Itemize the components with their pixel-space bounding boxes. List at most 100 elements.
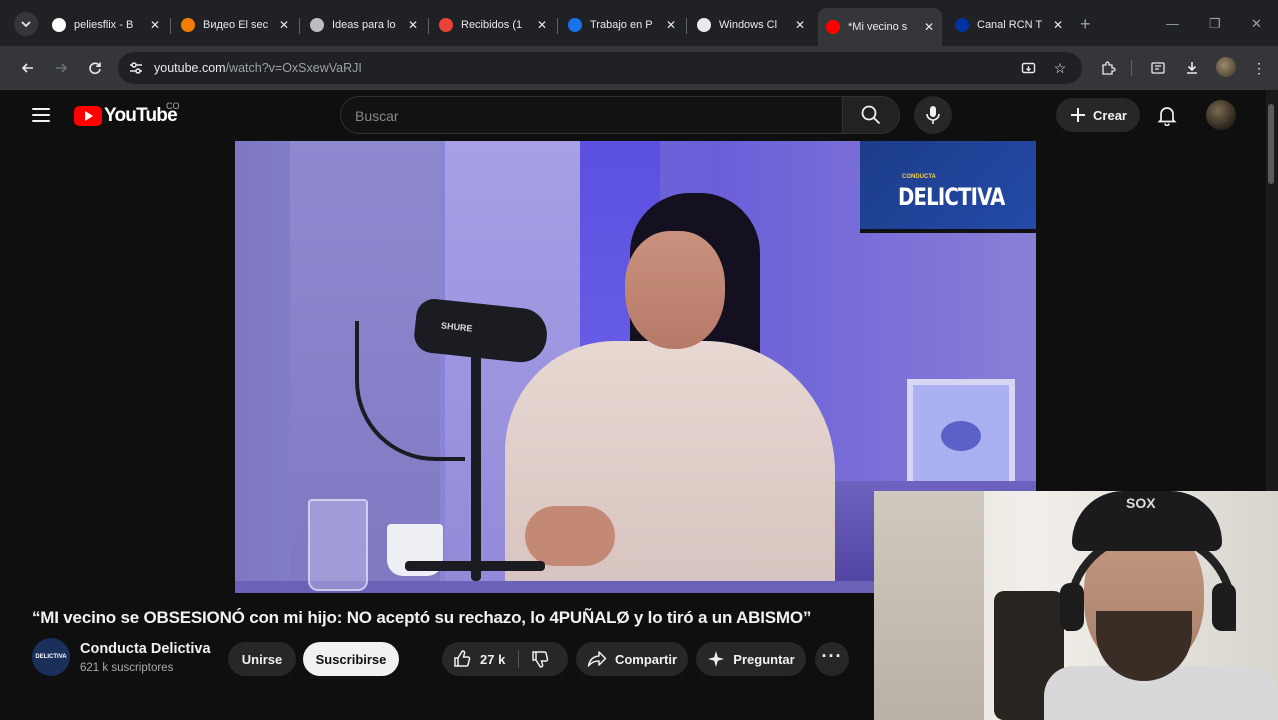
new-tab-button[interactable]: + bbox=[1080, 14, 1091, 35]
scrollbar-thumb[interactable] bbox=[1268, 104, 1274, 184]
menu-icon[interactable] bbox=[32, 108, 50, 122]
close-tab-icon[interactable]: ✕ bbox=[402, 18, 418, 32]
minimize-button[interactable]: — bbox=[1166, 16, 1179, 31]
mic-stand bbox=[471, 351, 481, 581]
channel-avatar[interactable]: DELICTIVA bbox=[32, 638, 70, 676]
browser-tab[interactable]: Ideas para lo ✕ bbox=[302, 10, 426, 40]
microphone-icon bbox=[926, 106, 940, 124]
restore-button[interactable]: ❐ bbox=[1209, 16, 1221, 32]
close-window-button[interactable]: ✕ bbox=[1251, 16, 1262, 32]
country-code: CO bbox=[166, 101, 180, 111]
close-tab-icon[interactable]: ✕ bbox=[273, 18, 289, 32]
browser-tab[interactable]: Canal RCN T ✕ bbox=[947, 10, 1071, 40]
address-domain: youtube.com bbox=[154, 61, 226, 75]
plus-icon bbox=[1071, 108, 1086, 122]
arrow-left-icon bbox=[21, 63, 33, 73]
like-dislike-divider bbox=[518, 650, 519, 668]
reload-icon bbox=[89, 62, 101, 75]
subscribe-button[interactable]: Suscribirse bbox=[303, 642, 399, 676]
download-icon[interactable] bbox=[1182, 58, 1202, 78]
install-app-icon[interactable] bbox=[1020, 60, 1036, 76]
headset-earcup bbox=[1060, 583, 1084, 631]
rcn-icon bbox=[955, 18, 969, 32]
share-button[interactable]: Compartir bbox=[576, 642, 688, 676]
browser-tab-title: Trabajo en P bbox=[590, 19, 653, 31]
forward-button[interactable] bbox=[51, 58, 71, 78]
tab-search-button[interactable] bbox=[14, 12, 38, 36]
like-button[interactable]: 27 k bbox=[452, 649, 505, 669]
browser-tab[interactable]: *Mi vecino s ✕ bbox=[818, 8, 942, 46]
account-avatar[interactable] bbox=[1206, 100, 1236, 130]
tab-divider bbox=[299, 18, 300, 34]
browser-tab-title: Canal RCN T bbox=[977, 19, 1043, 31]
gmail-icon bbox=[439, 18, 453, 32]
share-label: Compartir bbox=[614, 651, 678, 667]
blogger-icon bbox=[181, 18, 195, 32]
wall-picture-frame bbox=[907, 379, 1015, 491]
close-tab-icon[interactable]: ✕ bbox=[1047, 18, 1063, 32]
back-button[interactable] bbox=[18, 58, 38, 78]
close-tab-icon[interactable]: ✕ bbox=[144, 18, 160, 32]
channel-name[interactable]: Conducta Delictiva bbox=[80, 641, 211, 657]
dislike-button[interactable] bbox=[530, 649, 554, 671]
arrow-right-icon bbox=[56, 63, 68, 73]
site-settings-icon[interactable] bbox=[128, 60, 144, 76]
browser-tab[interactable]: peliesflix - B ✕ bbox=[44, 10, 168, 40]
generic-site-icon bbox=[568, 18, 582, 32]
ask-button[interactable]: Preguntar bbox=[696, 642, 806, 676]
browser-tab-title: Ideas para lo bbox=[332, 19, 396, 31]
reading-mode-icon[interactable] bbox=[1148, 58, 1168, 78]
browser-tab[interactable]: Видео El sec ✕ bbox=[173, 10, 297, 40]
close-tab-icon[interactable]: ✕ bbox=[789, 18, 805, 32]
headset-earcup bbox=[1212, 583, 1236, 631]
tab-divider bbox=[428, 18, 429, 34]
voice-search-button[interactable] bbox=[914, 96, 952, 134]
join-button[interactable]: Unirse bbox=[228, 642, 296, 676]
video-title: “MI vecino se OBSESIONÓ con mi hijo: NO … bbox=[32, 608, 812, 627]
search-input[interactable]: Buscar bbox=[340, 96, 842, 134]
browser-tab[interactable]: Recibidos (1 ✕ bbox=[431, 10, 555, 40]
sparkle-icon bbox=[708, 651, 725, 667]
webcam-wall bbox=[874, 491, 984, 720]
notifications-bell-icon[interactable] bbox=[1156, 104, 1178, 126]
youtube-play-icon bbox=[74, 106, 102, 126]
toolbar-divider bbox=[1131, 60, 1132, 76]
create-button[interactable]: Crear bbox=[1056, 98, 1140, 132]
browser-tab-title: peliesflix - B bbox=[74, 19, 134, 31]
browser-tab[interactable]: Windows Cl ✕ bbox=[689, 10, 813, 40]
like-count: 27 k bbox=[480, 651, 506, 667]
tv-brand-text: DELICTIVA bbox=[898, 183, 1005, 211]
browser-tabstrip: peliesflix - B ✕ Видео El sec ✕ Ideas para l… bbox=[0, 0, 1278, 46]
close-tab-icon[interactable]: ✕ bbox=[660, 18, 676, 32]
tab-divider bbox=[557, 18, 558, 34]
youtube-icon bbox=[826, 20, 840, 34]
extensions-icon[interactable] bbox=[1098, 58, 1118, 78]
openai-icon bbox=[310, 18, 324, 32]
browser-profile-avatar[interactable] bbox=[1216, 57, 1236, 77]
kebab-menu-icon[interactable]: ⋮ bbox=[1249, 58, 1269, 78]
share-icon bbox=[587, 651, 607, 667]
browser-toolbar: youtube.com/watch?v=OxSxewVaRJI ☆ ⋮ bbox=[0, 46, 1278, 90]
studio-tv-screen: CONDUCTA DELICTIVA bbox=[860, 141, 1036, 233]
more-horizontal-icon: ··· bbox=[821, 645, 843, 666]
address-bar[interactable]: youtube.com/watch?v=OxSxewVaRJI ☆ bbox=[118, 52, 1082, 84]
address-url: youtube.com/watch?v=OxSxewVaRJI bbox=[154, 61, 362, 75]
browser-tab[interactable]: Trabajo en P ✕ bbox=[560, 10, 684, 40]
reload-button[interactable] bbox=[85, 58, 105, 78]
youtube-logo[interactable]: YouTube CO bbox=[74, 101, 180, 127]
join-label: Unirse bbox=[241, 651, 283, 667]
more-actions-button[interactable]: ··· bbox=[815, 642, 849, 676]
search-button[interactable] bbox=[842, 96, 900, 134]
browser-tab-title: Видео El sec bbox=[203, 19, 269, 31]
close-tab-icon[interactable]: ✕ bbox=[531, 18, 547, 32]
tv-small-text: CONDUCTA bbox=[902, 174, 936, 180]
person-hands bbox=[525, 506, 615, 566]
chevron-down-icon bbox=[21, 21, 31, 28]
bookmark-star-icon[interactable]: ☆ bbox=[1052, 60, 1068, 76]
close-tab-icon[interactable]: ✕ bbox=[918, 20, 934, 34]
ask-label: Preguntar bbox=[733, 651, 795, 667]
browser-tab-title: Windows Cl bbox=[719, 19, 778, 31]
streamer-webcam-overlay: SOX bbox=[874, 491, 1278, 720]
person-face bbox=[625, 231, 725, 349]
thumbs-down-icon bbox=[532, 651, 549, 668]
